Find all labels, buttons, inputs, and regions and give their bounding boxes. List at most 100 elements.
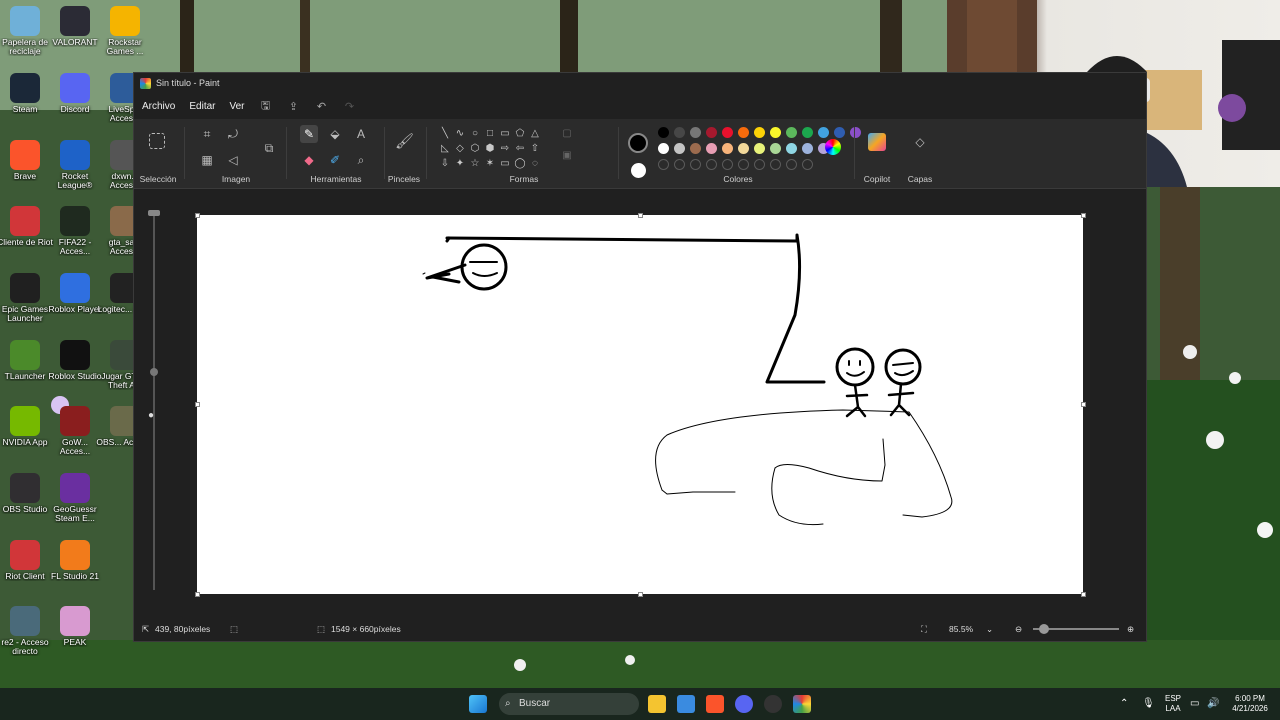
desktop-icon[interactable]: FL Studio 21 bbox=[46, 540, 104, 581]
shape-tool-icon[interactable]: ◇ bbox=[453, 142, 467, 156]
fill-icon[interactable]: ⬙ bbox=[326, 125, 344, 143]
zoom-slider-thumb[interactable] bbox=[1039, 624, 1049, 634]
resize-handle-tr[interactable] bbox=[1081, 213, 1086, 218]
color-swatch[interactable] bbox=[658, 127, 669, 138]
drawing-canvas[interactable] bbox=[197, 215, 1083, 594]
custom-color-slot[interactable] bbox=[658, 159, 669, 170]
color-swatch[interactable] bbox=[738, 143, 749, 154]
volume-icon[interactable]: 🔊 bbox=[1207, 699, 1219, 709]
shape-tool-icon[interactable]: ⇨ bbox=[498, 142, 512, 156]
color-swatch[interactable] bbox=[738, 127, 749, 138]
custom-color-slot[interactable] bbox=[754, 159, 765, 170]
color-swatch[interactable] bbox=[690, 127, 701, 138]
color-swatch[interactable] bbox=[786, 143, 797, 154]
color-swatch[interactable] bbox=[834, 127, 845, 138]
obs-taskbar-icon[interactable] bbox=[764, 695, 782, 713]
shape-tool-icon[interactable]: ◌ bbox=[528, 157, 542, 171]
shape-tool-icon[interactable]: ∿ bbox=[453, 127, 467, 141]
custom-color-slot[interactable] bbox=[738, 159, 749, 170]
clock[interactable]: 6:00 PM 4/21/2026 bbox=[1226, 694, 1274, 714]
color-swatch[interactable] bbox=[722, 127, 733, 138]
flip-icon[interactable]: ◁ bbox=[224, 151, 242, 169]
shape-tool-icon[interactable]: ⬠ bbox=[513, 127, 527, 141]
shape-tool-icon[interactable]: ○ bbox=[468, 127, 482, 141]
resize-handle-bl[interactable] bbox=[195, 592, 200, 597]
shape-tool-icon[interactable]: ⬢ bbox=[483, 142, 497, 156]
outline-icon[interactable]: ▢ bbox=[560, 127, 574, 141]
shape-tool-icon[interactable]: ▭ bbox=[498, 157, 512, 171]
shape-tool-icon[interactable]: ◺ bbox=[438, 142, 452, 156]
color-swatch[interactable] bbox=[674, 143, 685, 154]
remove-background-icon[interactable]: ⧉ bbox=[260, 139, 278, 157]
text-icon[interactable]: A bbox=[352, 125, 370, 143]
resize-icon[interactable]: ▦ bbox=[198, 151, 216, 169]
discord-taskbar-icon[interactable] bbox=[735, 695, 753, 713]
shape-tool-icon[interactable]: ⇩ bbox=[438, 157, 452, 171]
custom-color-slot[interactable] bbox=[722, 159, 733, 170]
file-explorer-icon[interactable] bbox=[648, 695, 666, 713]
network-icon[interactable]: ▭ bbox=[1190, 699, 1199, 709]
microphone-icon[interactable]: 🎙 bbox=[1142, 699, 1155, 709]
resize-handle-l[interactable] bbox=[195, 402, 200, 407]
layers-icon[interactable]: ◇ bbox=[911, 133, 929, 151]
desktop-icon[interactable]: PEAK bbox=[46, 606, 104, 647]
copilot-icon[interactable] bbox=[868, 133, 886, 151]
color-swatch[interactable] bbox=[674, 127, 685, 138]
custom-color-slot[interactable] bbox=[674, 159, 685, 170]
resize-handle-tl[interactable] bbox=[195, 213, 200, 218]
shape-tool-icon[interactable]: ◯ bbox=[513, 157, 527, 171]
select-icon[interactable] bbox=[149, 133, 165, 149]
color-swatch[interactable] bbox=[770, 127, 781, 138]
fill-shape-icon[interactable]: ▣ bbox=[560, 149, 574, 163]
rotate-icon[interactable]: ⤾ bbox=[224, 125, 242, 143]
shape-tool-icon[interactable]: ☆ bbox=[468, 157, 482, 171]
brave-taskbar-icon[interactable] bbox=[706, 695, 724, 713]
custom-color-slot[interactable] bbox=[786, 159, 797, 170]
language-indicator[interactable]: ESP LAA bbox=[1160, 694, 1186, 714]
paint-taskbar-icon[interactable] bbox=[793, 695, 811, 713]
color-swatch[interactable] bbox=[786, 127, 797, 138]
custom-color-slot[interactable] bbox=[770, 159, 781, 170]
color-swatch[interactable] bbox=[754, 127, 765, 138]
shape-tool-icon[interactable]: ⬡ bbox=[468, 142, 482, 156]
start-icon[interactable] bbox=[469, 695, 487, 713]
color-picker-icon[interactable]: ✐ bbox=[326, 151, 344, 169]
color-swatch[interactable] bbox=[802, 143, 813, 154]
resize-handle-b[interactable] bbox=[638, 592, 643, 597]
color-swatch[interactable] bbox=[722, 143, 733, 154]
shape-tool-icon[interactable]: ▭ bbox=[498, 127, 512, 141]
zoom-level[interactable]: 85.5% bbox=[949, 624, 973, 634]
shape-tool-icon[interactable]: ╲ bbox=[438, 127, 452, 141]
color-swatch[interactable] bbox=[818, 127, 829, 138]
shape-tool-icon[interactable]: □ bbox=[483, 127, 497, 141]
menu-file[interactable]: Archivo bbox=[142, 98, 175, 115]
custom-color-slot[interactable] bbox=[706, 159, 717, 170]
brush-icon[interactable]: 🖌 bbox=[395, 133, 414, 151]
share-icon[interactable]: ⇪ bbox=[287, 100, 301, 113]
color-swatch[interactable] bbox=[690, 143, 701, 154]
desktop-icon[interactable]: Rockstar Games ... bbox=[96, 6, 154, 56]
edit-colors-icon[interactable] bbox=[825, 139, 841, 155]
shape-tool-icon[interactable]: ✦ bbox=[453, 157, 467, 171]
zoom-dropdown-icon[interactable]: ⌄ bbox=[986, 624, 993, 635]
color-swatch[interactable] bbox=[754, 143, 765, 154]
crop-icon[interactable]: ⌗ bbox=[198, 125, 216, 143]
custom-color-slot[interactable] bbox=[690, 159, 701, 170]
color-swatch[interactable] bbox=[770, 143, 781, 154]
shape-tool-icon[interactable]: ⇧ bbox=[528, 142, 542, 156]
color-swatch[interactable] bbox=[706, 127, 717, 138]
store-icon[interactable] bbox=[677, 695, 695, 713]
tray-chevron-icon[interactable]: ⌃ bbox=[1120, 699, 1128, 709]
undo-icon[interactable]: ↶ bbox=[315, 100, 329, 113]
redo-icon[interactable]: ↷ bbox=[343, 100, 357, 113]
primary-color-swatch[interactable] bbox=[628, 133, 648, 153]
eraser-icon[interactable]: ◆ bbox=[300, 151, 318, 169]
resize-handle-br[interactable] bbox=[1081, 592, 1086, 597]
resize-handle-t[interactable] bbox=[638, 213, 643, 218]
color-swatch[interactable] bbox=[658, 143, 669, 154]
shape-tool-icon[interactable]: ⇦ bbox=[513, 142, 527, 156]
zoom-out-icon[interactable]: ⊖ bbox=[1015, 624, 1022, 635]
menu-view[interactable]: Ver bbox=[229, 98, 244, 115]
color-swatch[interactable] bbox=[802, 127, 813, 138]
pencil-icon[interactable]: ✎ bbox=[300, 125, 318, 143]
